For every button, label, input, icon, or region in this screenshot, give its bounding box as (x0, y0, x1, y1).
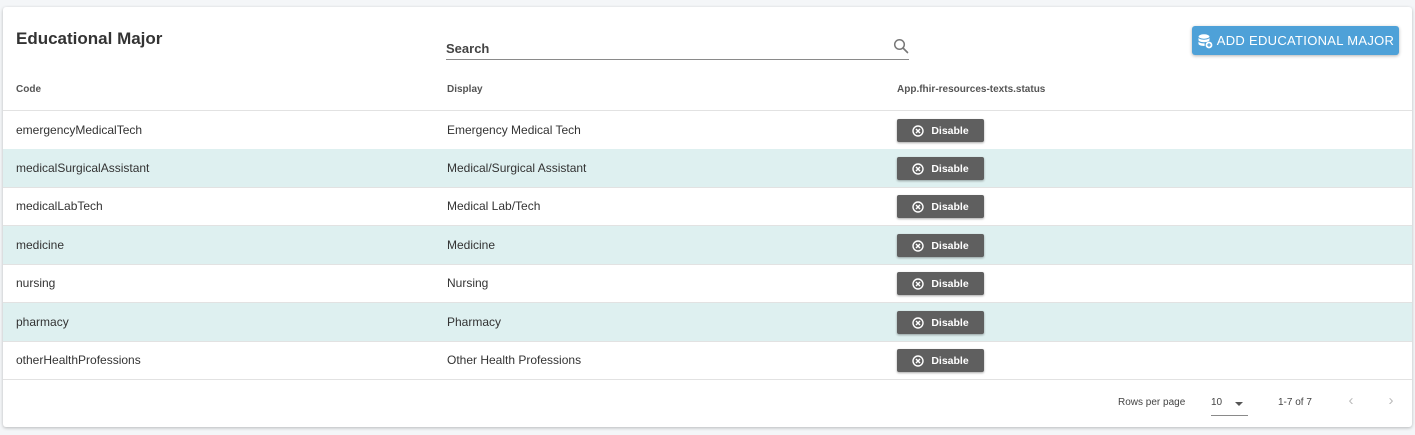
disable-label: Disable (931, 200, 969, 213)
rows-per-page-select[interactable]: 10 (1211, 391, 1248, 416)
disable-button[interactable]: Disable (897, 119, 984, 142)
table-row: medicalLabTech Medical Lab/Tech Disable (3, 187, 1412, 226)
disable-button[interactable]: Disable (897, 272, 984, 295)
cell-code: medicalLabTech (16, 199, 103, 213)
rows-per-page-value: 10 (1211, 397, 1223, 408)
disable-label: Disable (931, 354, 969, 367)
cell-display: Medical Lab/Tech (447, 199, 541, 213)
table-row: otherHealthProfessions Other Health Prof… (3, 341, 1412, 380)
cell-display: Nursing (447, 276, 489, 290)
cell-code: otherHealthProfessions (16, 353, 141, 367)
circle-x-icon (912, 239, 925, 252)
column-header-display[interactable]: Display (447, 84, 483, 95)
cell-code: nursing (16, 276, 56, 290)
disable-label: Disable (931, 162, 969, 175)
educational-major-card: Educational Major ADD EDUCATIONAL MAJOR … (3, 7, 1412, 427)
cell-code: medicine (16, 238, 65, 252)
cell-display: Emergency Medical Tech (447, 123, 581, 137)
circle-x-icon (912, 277, 925, 290)
cell-display: Other Health Professions (447, 353, 582, 367)
circle-x-icon (912, 162, 925, 175)
add-button-label: ADD EDUCATIONAL MAJOR (1216, 33, 1395, 48)
page-title: Educational Major (16, 29, 163, 48)
table-row: nursing Nursing Disable (3, 264, 1412, 303)
column-header-code[interactable]: Code (16, 84, 41, 95)
table-row: medicalSurgicalAssistant Medical/Surgica… (3, 149, 1412, 188)
cell-code: medicalSurgicalAssistant (16, 161, 150, 175)
cell-code: pharmacy (16, 315, 69, 329)
disable-button[interactable]: Disable (897, 311, 984, 334)
table-row: emergencyMedicalTech Emergency Medical T… (3, 111, 1412, 150)
add-educational-major-button[interactable]: ADD EDUCATIONAL MAJOR (1192, 26, 1399, 55)
caret-down-icon (1235, 402, 1243, 406)
pagination-range: 1-7 of 7 (1278, 397, 1312, 408)
column-header-status[interactable]: App.fhir-resources-texts.status (897, 84, 1045, 95)
circle-x-icon (912, 354, 925, 367)
chevron-right-icon[interactable]: › (1384, 393, 1398, 408)
search-input[interactable] (446, 38, 876, 58)
disable-button[interactable]: Disable (897, 234, 984, 257)
disable-button[interactable]: Disable (897, 349, 984, 372)
chevron-left-icon[interactable]: ‹ (1344, 393, 1358, 408)
table-header: Code Display App.fhir-resources-texts.st… (3, 71, 1412, 111)
disable-label: Disable (931, 316, 969, 329)
circle-x-icon (912, 200, 925, 213)
search-icon[interactable] (893, 38, 909, 54)
cell-display: Medicine (447, 238, 496, 252)
disable-label: Disable (931, 277, 969, 290)
pagination: Rows per page 10 1-7 of 7 ‹ › (3, 380, 1412, 425)
disable-label: Disable (931, 239, 969, 252)
disable-label: Disable (931, 124, 969, 137)
rows-per-page-label: Rows per page (1118, 397, 1186, 408)
table-row: medicine Medicine Disable (3, 226, 1412, 265)
cell-display: Pharmacy (447, 315, 502, 329)
cell-code: emergencyMedicalTech (16, 123, 143, 137)
disable-button[interactable]: Disable (897, 195, 984, 218)
search-field[interactable] (446, 36, 909, 60)
database-add-icon (1198, 33, 1213, 48)
table-row: pharmacy Pharmacy Disable (3, 303, 1412, 342)
cell-display: Medical/Surgical Assistant (447, 161, 587, 175)
circle-x-icon (912, 316, 925, 329)
circle-x-icon (912, 124, 925, 137)
disable-button[interactable]: Disable (897, 157, 984, 180)
